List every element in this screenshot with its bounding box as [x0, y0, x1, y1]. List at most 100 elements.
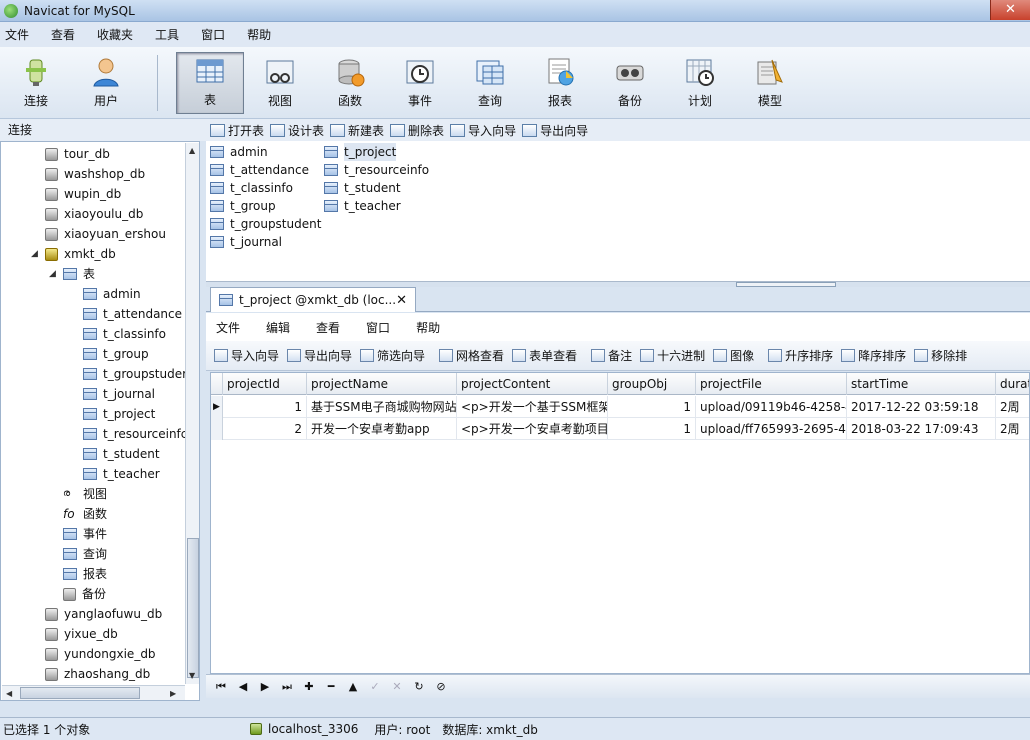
toolbar-connection-button[interactable]: 连接 — [2, 52, 70, 114]
tree-table-item[interactable]: t_project — [83, 404, 155, 424]
toolbar-model-button[interactable]: 模型 — [736, 52, 804, 114]
toolbar-event-button[interactable]: 事件 — [386, 52, 454, 114]
toolbar-report-button[interactable]: 报表 — [526, 52, 594, 114]
tree-table-item[interactable]: t_attendance — [83, 304, 182, 324]
grid-view-button[interactable]: 网格查看 — [439, 347, 504, 364]
cancel-x-icon[interactable]: ✕ — [386, 680, 408, 693]
grid-cell[interactable]: <p>开发一个基于SSM框架 — [457, 396, 608, 418]
tree-table-item[interactable]: admin — [83, 284, 141, 304]
inner-menu-file[interactable]: 文件 — [206, 319, 253, 336]
tree-table-item[interactable]: t_classinfo — [83, 324, 166, 344]
tree-table-item[interactable]: t_group — [83, 344, 149, 364]
grid-cell[interactable]: <p>开发一个安卓考勤项目 — [457, 418, 608, 440]
tree-db-yundongxie[interactable]: yundongxie_db — [45, 644, 156, 664]
tree-db-tour[interactable]: tour_db — [45, 144, 110, 164]
tab-close-icon[interactable]: ✕ — [396, 293, 407, 308]
delete-table-button[interactable]: 删除表 — [390, 122, 444, 139]
toolbar-query-button[interactable]: 查询 — [456, 52, 524, 114]
grid-cell[interactable]: 1 — [608, 396, 696, 418]
toolbar-backup-button[interactable]: 备份 — [596, 52, 664, 114]
tree-table-item[interactable]: t_resourceinfc — [83, 424, 187, 444]
form-view-button[interactable]: 表单查看 — [512, 347, 577, 364]
tree-db-xiaoyoulu[interactable]: xiaoyoulu_db — [45, 204, 143, 224]
tree-db-wupin[interactable]: wupin_db — [45, 184, 121, 204]
tree-reports-node[interactable]: 报表 — [63, 564, 107, 584]
toolbar-table-button[interactable]: 表 — [176, 52, 244, 114]
grid-cell[interactable]: 基于SSM电子商城购物网站 — [307, 396, 457, 418]
hex-button[interactable]: 十六进制 — [640, 347, 705, 364]
menu-window[interactable]: 窗口 — [190, 26, 236, 43]
object-table-item[interactable]: admin — [210, 143, 268, 161]
toolbar-view-button[interactable]: 视图 — [246, 52, 314, 114]
window-close-button[interactable]: ✕ — [990, 0, 1030, 20]
next-record-icon[interactable]: ▶ — [254, 680, 276, 693]
menu-favorites[interactable]: 收藏夹 — [86, 26, 144, 43]
tree-table-item[interactable]: t_groupstuder — [83, 364, 187, 384]
menu-file[interactable]: 文件 — [0, 26, 40, 43]
object-table-item[interactable]: t_group — [210, 197, 276, 215]
column-header[interactable]: projectId — [223, 373, 307, 395]
tree-db-yanglaofuwu[interactable]: yanglaofuwu_db — [45, 604, 162, 624]
open-table-button[interactable]: 打开表 — [210, 122, 264, 139]
scroll-thumb[interactable] — [187, 538, 199, 678]
table-row[interactable]: 2 开发一个安卓考勤app <p>开发一个安卓考勤项目 1 upload/ff7… — [211, 418, 1029, 440]
last-record-icon[interactable]: ⏭ — [276, 680, 298, 694]
grid-cell[interactable]: 1 — [223, 396, 307, 418]
grid-cell[interactable]: 1 — [608, 418, 696, 440]
scroll-down-arrow-icon[interactable]: ▼ — [189, 671, 195, 680]
menu-view[interactable]: 查看 — [40, 26, 86, 43]
toolbar-user-button[interactable]: 用户 — [72, 52, 140, 114]
tree-queries-node[interactable]: 查询 — [63, 544, 107, 564]
stop-icon[interactable]: ⊘ — [430, 680, 452, 693]
menu-help[interactable]: 帮助 — [236, 26, 282, 43]
import-wizard-button[interactable]: 导入向导 — [214, 347, 279, 364]
tree-db-zhaoshang[interactable]: zhaoshang_db — [45, 664, 150, 684]
scroll-left-arrow-icon[interactable]: ◀ — [6, 689, 12, 698]
import-wizard-button[interactable]: 导入向导 — [450, 122, 516, 139]
object-table-item[interactable]: t_teacher — [324, 197, 401, 215]
object-table-item[interactable]: t_journal — [210, 233, 282, 251]
tree-db-yixue[interactable]: yixue_db — [45, 624, 118, 644]
export-wizard-button[interactable]: 导出向导 — [522, 122, 588, 139]
memo-button[interactable]: 备注 — [591, 347, 632, 364]
toolbar-schedule-button[interactable]: 计划 — [666, 52, 734, 114]
tab-t-project[interactable]: t_project @xmkt_db (loc... ✕ — [210, 287, 416, 312]
tree-db-xiaoyuan-ershou[interactable]: xiaoyuan_ershou — [45, 224, 166, 244]
design-table-button[interactable]: 设计表 — [270, 122, 324, 139]
grid-cell[interactable]: upload/09119b46-4258-4 — [696, 396, 847, 418]
toolbar-function-button[interactable]: 函数 — [316, 52, 384, 114]
tree-table-item[interactable]: t_student — [83, 444, 160, 464]
first-record-icon[interactable]: ⏮ — [210, 680, 232, 694]
export-wizard-button[interactable]: 导出向导 — [287, 347, 352, 364]
column-header[interactable]: projectFile — [696, 373, 847, 395]
scroll-right-arrow-icon[interactable]: ▶ — [170, 689, 176, 698]
column-header[interactable]: durat — [996, 373, 1029, 395]
scroll-thumb[interactable] — [20, 687, 140, 699]
grid-cell[interactable]: 2017-12-22 03:59:18 — [847, 396, 996, 418]
new-table-button[interactable]: 新建表 — [330, 122, 384, 139]
grid-cell[interactable]: 2 — [223, 418, 307, 440]
inner-menu-window[interactable]: 窗口 — [353, 319, 403, 336]
image-button[interactable]: 图像 — [713, 347, 754, 364]
refresh-icon[interactable]: ↻ — [408, 680, 430, 693]
grid-cell[interactable]: 2周 — [996, 396, 1029, 418]
grid-cell[interactable]: upload/ff765993-2695-44 — [696, 418, 847, 440]
inner-menu-edit[interactable]: 编辑 — [253, 319, 303, 336]
tree-backups-node[interactable]: 备份 — [63, 584, 106, 604]
move-up-icon[interactable]: ▲ — [342, 680, 364, 693]
object-table-item[interactable]: t_groupstudent — [210, 215, 321, 233]
add-record-icon[interactable]: ✚ — [298, 680, 320, 693]
object-table-item[interactable]: t_classinfo — [210, 179, 293, 197]
inner-menu-view[interactable]: 查看 — [303, 319, 353, 336]
menu-tools[interactable]: 工具 — [144, 26, 190, 43]
inner-menu-help[interactable]: 帮助 — [403, 319, 453, 336]
grid-cell[interactable]: 开发一个安卓考勤app — [307, 418, 457, 440]
column-header[interactable]: groupObj — [608, 373, 696, 395]
object-table-item-selected[interactable]: t_project — [324, 143, 397, 161]
tree-db-xmkt[interactable]: ◢ xmkt_db — [31, 244, 116, 264]
tree-events-node[interactable]: 事件 — [63, 524, 107, 544]
sort-ascending-button[interactable]: 升序排序 — [768, 347, 833, 364]
tree-functions-node[interactable]: fo 函数 — [63, 504, 107, 524]
delete-record-icon[interactable]: ━ — [320, 680, 342, 693]
object-table-item[interactable]: t_student — [324, 179, 401, 197]
